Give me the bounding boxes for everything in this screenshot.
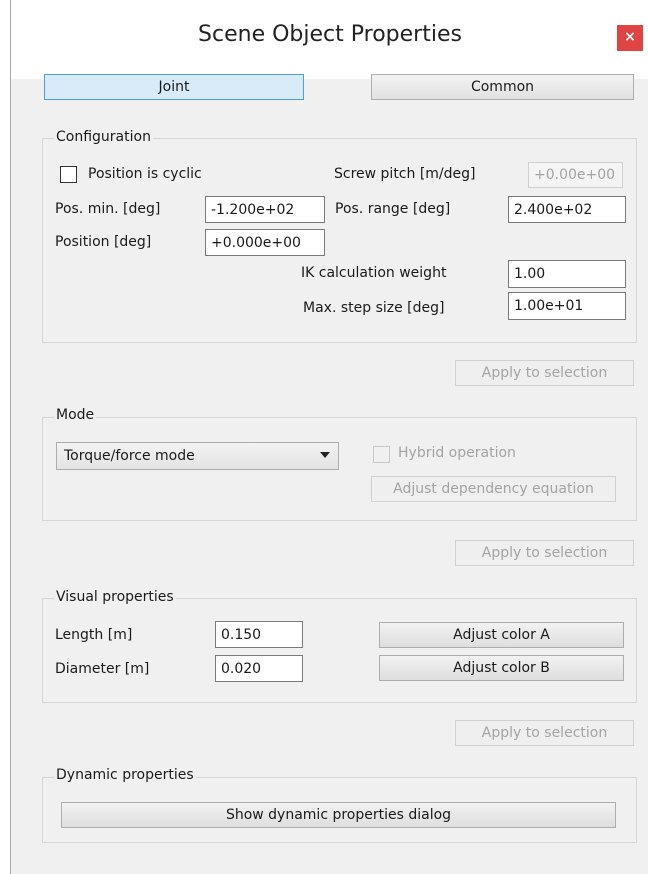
mode-legend: Mode xyxy=(54,407,97,423)
pos-min-label: Pos. min. [deg] xyxy=(55,201,161,217)
position-field[interactable]: +0.000e+00 xyxy=(205,229,325,256)
ik-weight-label: IK calculation weight xyxy=(301,265,447,281)
length-label: Length [m] xyxy=(55,627,133,643)
pos-range-label: Pos. range [deg] xyxy=(335,201,451,217)
mode-dropdown[interactable]: Torque/force mode xyxy=(56,442,339,470)
tab-joint[interactable]: Joint xyxy=(44,74,304,100)
visual-group xyxy=(42,598,637,703)
visual-apply-button[interactable]: Apply to selection xyxy=(455,720,634,746)
dependency-equation-button[interactable]: Adjust dependency equation xyxy=(371,476,616,502)
pos-range-field[interactable]: 2.400e+02 xyxy=(508,196,626,223)
close-icon[interactable]: × xyxy=(617,25,643,51)
adjust-color-a-button[interactable]: Adjust color A xyxy=(379,622,624,648)
title-bar: Scene Object Properties × xyxy=(11,0,648,79)
screw-pitch-label: Screw pitch [m/deg] xyxy=(334,166,476,182)
diameter-label: Diameter [m] xyxy=(55,661,150,677)
hybrid-checkbox[interactable] xyxy=(373,446,390,463)
configuration-legend: Configuration xyxy=(54,129,153,145)
config-apply-button[interactable]: Apply to selection xyxy=(455,360,634,386)
position-label: Position [deg] xyxy=(55,234,152,250)
screw-pitch-field: +0.00e+00 xyxy=(528,162,623,188)
pos-min-field[interactable]: -1.200e+02 xyxy=(205,196,325,223)
max-step-field[interactable]: 1.00e+01 xyxy=(508,292,626,320)
window-title: Scene Object Properties xyxy=(198,22,462,47)
tab-common[interactable]: Common xyxy=(371,74,634,100)
adjust-color-b-button[interactable]: Adjust color B xyxy=(379,655,624,681)
dynamic-legend: Dynamic properties xyxy=(54,767,196,783)
show-dynamic-dialog-button[interactable]: Show dynamic properties dialog xyxy=(61,802,616,828)
properties-window: Scene Object Properties × Joint Common C… xyxy=(10,0,648,874)
mode-selected-value: Torque/force mode xyxy=(64,448,195,464)
cyclic-checkbox[interactable] xyxy=(60,166,77,183)
mode-apply-button[interactable]: Apply to selection xyxy=(455,540,634,566)
length-field[interactable]: 0.150 xyxy=(215,621,303,648)
diameter-field[interactable]: 0.020 xyxy=(215,655,303,682)
chevron-down-icon xyxy=(320,452,330,458)
hybrid-label: Hybrid operation xyxy=(398,445,516,461)
ik-weight-field[interactable]: 1.00 xyxy=(508,260,626,288)
visual-legend: Visual properties xyxy=(54,589,176,605)
max-step-label: Max. step size [deg] xyxy=(303,300,445,316)
cyclic-label: Position is cyclic xyxy=(88,166,202,182)
